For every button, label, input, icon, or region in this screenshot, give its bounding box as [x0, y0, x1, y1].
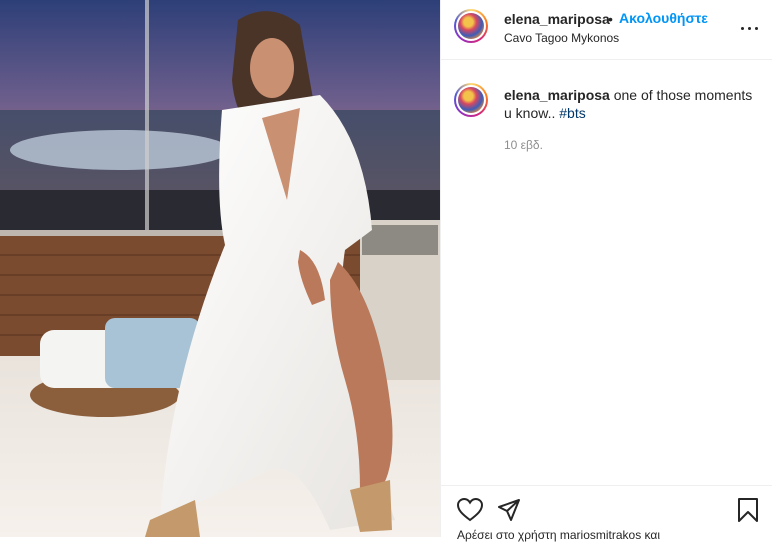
post-location[interactable]: Cavo Tagoo Mykonos — [504, 31, 619, 45]
follow-button[interactable]: Ακολουθήστε — [619, 10, 708, 26]
more-options-icon[interactable] — [737, 16, 761, 40]
post-photo[interactable] — [0, 0, 440, 537]
caption-hashtag[interactable]: #bts — [559, 105, 585, 121]
post-image — [0, 0, 440, 537]
author-avatar[interactable] — [454, 9, 488, 43]
post-header: elena_mariposa • Ακολουθήστε Cavo Tagoo … — [441, 0, 772, 60]
caption-username[interactable]: elena_mariposa — [504, 87, 610, 103]
post-caption: elena_mariposa one of those moments u kn… — [504, 86, 754, 122]
separator-dot: • — [608, 11, 613, 27]
heart-icon[interactable] — [457, 498, 483, 522]
author-username[interactable]: elena_mariposa — [504, 11, 610, 27]
post-time[interactable]: 10 εβδ. — [504, 138, 543, 152]
post-sidebar: elena_mariposa • Ακολουθήστε Cavo Tagoo … — [440, 0, 772, 542]
likes-summary[interactable]: Αρέσει στο χρήστη mariosmitrakos και — [457, 528, 660, 542]
caption-avatar[interactable] — [454, 83, 488, 117]
paper-plane-icon[interactable] — [497, 498, 521, 522]
bookmark-icon[interactable] — [737, 497, 759, 523]
